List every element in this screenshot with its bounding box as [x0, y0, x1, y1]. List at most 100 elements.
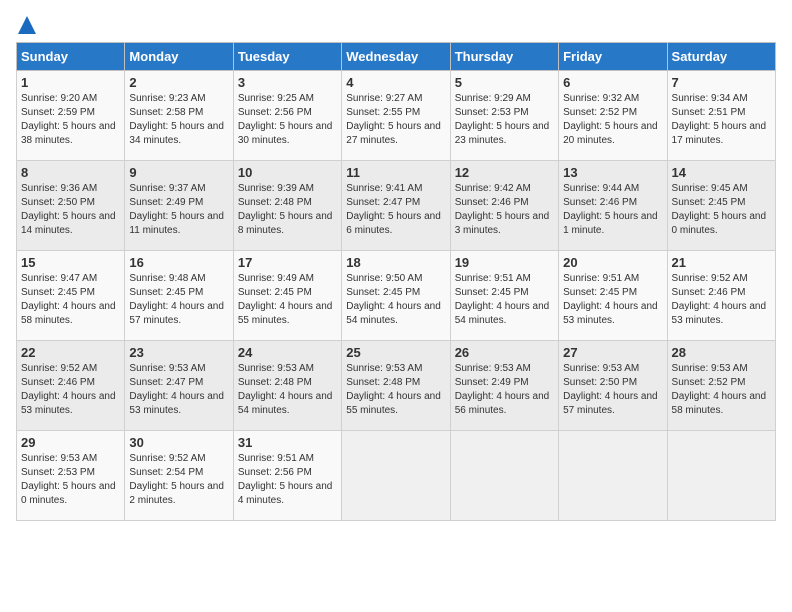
day-header-tuesday: Tuesday — [233, 43, 341, 71]
day-info: Sunrise: 9:51 AM Sunset: 2:56 PM Dayligh… — [238, 452, 337, 508]
day-info: Sunrise: 9:27 AM Sunset: 2:55 PM Dayligh… — [346, 92, 445, 148]
day-header-monday: Monday — [125, 43, 233, 71]
day-number: 15 — [21, 255, 120, 270]
calendar-cell: 19 Sunrise: 9:51 AM Sunset: 2:45 PM Dayl… — [450, 251, 558, 341]
day-number: 13 — [563, 165, 662, 180]
day-info: Sunrise: 9:47 AM Sunset: 2:45 PM Dayligh… — [21, 272, 120, 328]
day-info: Sunrise: 9:37 AM Sunset: 2:49 PM Dayligh… — [129, 182, 228, 238]
calendar-cell: 3 Sunrise: 9:25 AM Sunset: 2:56 PM Dayli… — [233, 71, 341, 161]
day-number: 20 — [563, 255, 662, 270]
day-info: Sunrise: 9:53 AM Sunset: 2:48 PM Dayligh… — [238, 362, 337, 418]
day-info: Sunrise: 9:23 AM Sunset: 2:58 PM Dayligh… — [129, 92, 228, 148]
day-info: Sunrise: 9:41 AM Sunset: 2:47 PM Dayligh… — [346, 182, 445, 238]
day-info: Sunrise: 9:53 AM Sunset: 2:50 PM Dayligh… — [563, 362, 662, 418]
day-number: 19 — [455, 255, 554, 270]
day-number: 9 — [129, 165, 228, 180]
day-number: 14 — [672, 165, 771, 180]
day-number: 21 — [672, 255, 771, 270]
day-info: Sunrise: 9:53 AM Sunset: 2:52 PM Dayligh… — [672, 362, 771, 418]
calendar-cell: 11 Sunrise: 9:41 AM Sunset: 2:47 PM Dayl… — [342, 161, 450, 251]
calendar-cell: 15 Sunrise: 9:47 AM Sunset: 2:45 PM Dayl… — [17, 251, 125, 341]
calendar-cell: 26 Sunrise: 9:53 AM Sunset: 2:49 PM Dayl… — [450, 341, 558, 431]
calendar-cell: 28 Sunrise: 9:53 AM Sunset: 2:52 PM Dayl… — [667, 341, 775, 431]
day-number: 23 — [129, 345, 228, 360]
day-header-thursday: Thursday — [450, 43, 558, 71]
day-info: Sunrise: 9:48 AM Sunset: 2:45 PM Dayligh… — [129, 272, 228, 328]
day-info: Sunrise: 9:51 AM Sunset: 2:45 PM Dayligh… — [455, 272, 554, 328]
day-info: Sunrise: 9:53 AM Sunset: 2:53 PM Dayligh… — [21, 452, 120, 508]
calendar-cell: 29 Sunrise: 9:53 AM Sunset: 2:53 PM Dayl… — [17, 431, 125, 521]
day-info: Sunrise: 9:53 AM Sunset: 2:49 PM Dayligh… — [455, 362, 554, 418]
day-number: 18 — [346, 255, 445, 270]
day-header-wednesday: Wednesday — [342, 43, 450, 71]
day-number: 28 — [672, 345, 771, 360]
calendar-cell: 8 Sunrise: 9:36 AM Sunset: 2:50 PM Dayli… — [17, 161, 125, 251]
day-number: 31 — [238, 435, 337, 450]
day-info: Sunrise: 9:51 AM Sunset: 2:45 PM Dayligh… — [563, 272, 662, 328]
day-info: Sunrise: 9:45 AM Sunset: 2:45 PM Dayligh… — [672, 182, 771, 238]
day-number: 29 — [21, 435, 120, 450]
day-number: 27 — [563, 345, 662, 360]
day-info: Sunrise: 9:32 AM Sunset: 2:52 PM Dayligh… — [563, 92, 662, 148]
day-number: 25 — [346, 345, 445, 360]
day-number: 1 — [21, 75, 120, 90]
day-number: 2 — [129, 75, 228, 90]
day-info: Sunrise: 9:52 AM Sunset: 2:46 PM Dayligh… — [672, 272, 771, 328]
day-number: 10 — [238, 165, 337, 180]
day-number: 17 — [238, 255, 337, 270]
day-info: Sunrise: 9:52 AM Sunset: 2:46 PM Dayligh… — [21, 362, 120, 418]
calendar-cell: 17 Sunrise: 9:49 AM Sunset: 2:45 PM Dayl… — [233, 251, 341, 341]
calendar-cell: 27 Sunrise: 9:53 AM Sunset: 2:50 PM Dayl… — [559, 341, 667, 431]
calendar-cell: 10 Sunrise: 9:39 AM Sunset: 2:48 PM Dayl… — [233, 161, 341, 251]
calendar-cell: 13 Sunrise: 9:44 AM Sunset: 2:46 PM Dayl… — [559, 161, 667, 251]
calendar-cell: 1 Sunrise: 9:20 AM Sunset: 2:59 PM Dayli… — [17, 71, 125, 161]
calendar-cell: 20 Sunrise: 9:51 AM Sunset: 2:45 PM Dayl… — [559, 251, 667, 341]
day-header-friday: Friday — [559, 43, 667, 71]
calendar-cell: 4 Sunrise: 9:27 AM Sunset: 2:55 PM Dayli… — [342, 71, 450, 161]
day-number: 7 — [672, 75, 771, 90]
day-info: Sunrise: 9:20 AM Sunset: 2:59 PM Dayligh… — [21, 92, 120, 148]
calendar-cell: 14 Sunrise: 9:45 AM Sunset: 2:45 PM Dayl… — [667, 161, 775, 251]
calendar-cell: 9 Sunrise: 9:37 AM Sunset: 2:49 PM Dayli… — [125, 161, 233, 251]
calendar-cell: 25 Sunrise: 9:53 AM Sunset: 2:48 PM Dayl… — [342, 341, 450, 431]
calendar-cell: 6 Sunrise: 9:32 AM Sunset: 2:52 PM Dayli… — [559, 71, 667, 161]
calendar-cell: 21 Sunrise: 9:52 AM Sunset: 2:46 PM Dayl… — [667, 251, 775, 341]
day-number: 16 — [129, 255, 228, 270]
day-number: 6 — [563, 75, 662, 90]
day-info: Sunrise: 9:50 AM Sunset: 2:45 PM Dayligh… — [346, 272, 445, 328]
calendar-cell: 23 Sunrise: 9:53 AM Sunset: 2:47 PM Dayl… — [125, 341, 233, 431]
logo-icon — [18, 16, 36, 34]
calendar-table: SundayMondayTuesdayWednesdayThursdayFrid… — [16, 42, 776, 521]
day-number: 11 — [346, 165, 445, 180]
day-number: 12 — [455, 165, 554, 180]
day-info: Sunrise: 9:34 AM Sunset: 2:51 PM Dayligh… — [672, 92, 771, 148]
day-info: Sunrise: 9:52 AM Sunset: 2:54 PM Dayligh… — [129, 452, 228, 508]
day-number: 3 — [238, 75, 337, 90]
day-number: 30 — [129, 435, 228, 450]
day-number: 4 — [346, 75, 445, 90]
calendar-cell: 2 Sunrise: 9:23 AM Sunset: 2:58 PM Dayli… — [125, 71, 233, 161]
day-number: 24 — [238, 345, 337, 360]
calendar-cell — [450, 431, 558, 521]
calendar-cell: 24 Sunrise: 9:53 AM Sunset: 2:48 PM Dayl… — [233, 341, 341, 431]
calendar-cell — [667, 431, 775, 521]
calendar-cell: 18 Sunrise: 9:50 AM Sunset: 2:45 PM Dayl… — [342, 251, 450, 341]
day-header-sunday: Sunday — [17, 43, 125, 71]
day-info: Sunrise: 9:53 AM Sunset: 2:48 PM Dayligh… — [346, 362, 445, 418]
calendar-cell: 31 Sunrise: 9:51 AM Sunset: 2:56 PM Dayl… — [233, 431, 341, 521]
calendar-cell: 7 Sunrise: 9:34 AM Sunset: 2:51 PM Dayli… — [667, 71, 775, 161]
calendar-cell: 22 Sunrise: 9:52 AM Sunset: 2:46 PM Dayl… — [17, 341, 125, 431]
day-info: Sunrise: 9:36 AM Sunset: 2:50 PM Dayligh… — [21, 182, 120, 238]
day-number: 8 — [21, 165, 120, 180]
logo — [16, 16, 36, 30]
header — [16, 16, 776, 30]
day-number: 26 — [455, 345, 554, 360]
calendar-cell: 12 Sunrise: 9:42 AM Sunset: 2:46 PM Dayl… — [450, 161, 558, 251]
day-info: Sunrise: 9:39 AM Sunset: 2:48 PM Dayligh… — [238, 182, 337, 238]
day-header-saturday: Saturday — [667, 43, 775, 71]
calendar-cell: 30 Sunrise: 9:52 AM Sunset: 2:54 PM Dayl… — [125, 431, 233, 521]
calendar-cell — [342, 431, 450, 521]
calendar-cell — [559, 431, 667, 521]
day-info: Sunrise: 9:42 AM Sunset: 2:46 PM Dayligh… — [455, 182, 554, 238]
day-info: Sunrise: 9:44 AM Sunset: 2:46 PM Dayligh… — [563, 182, 662, 238]
